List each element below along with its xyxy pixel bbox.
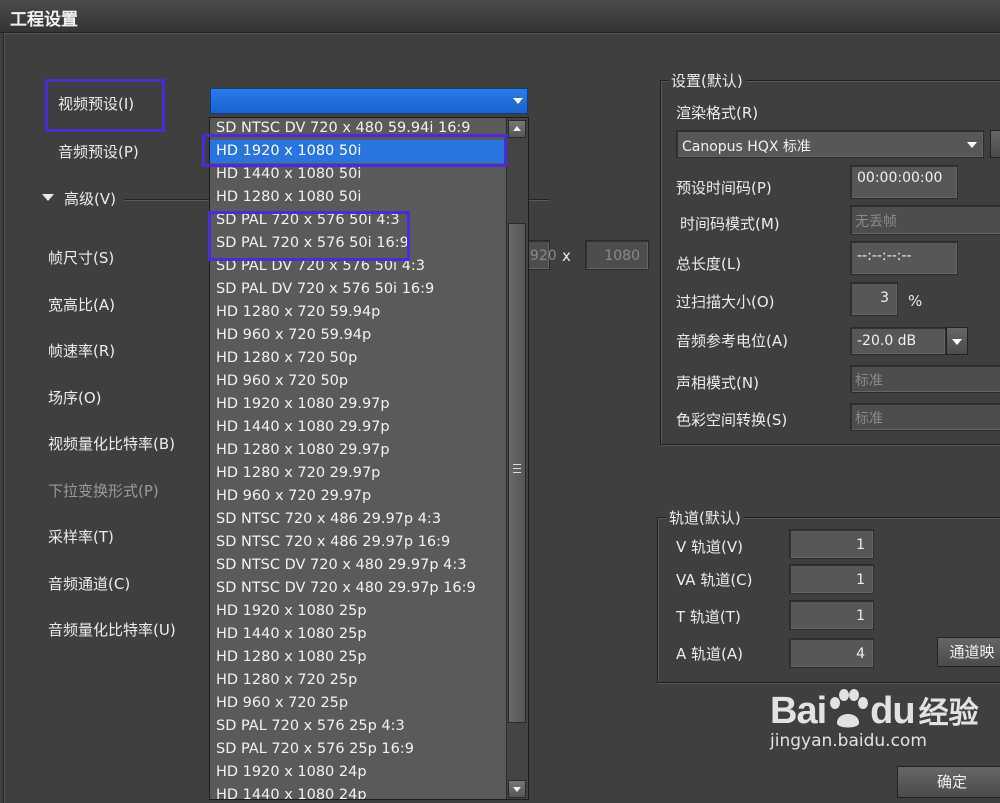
- preset-option[interactable]: SD NTSC DV 720 x 480 29.97p 16:9: [210, 577, 506, 600]
- scroll-thumb[interactable]: [508, 223, 526, 723]
- preset-option[interactable]: SD PAL DV 720 x 576 50i 16:9: [210, 278, 506, 301]
- v-track-input[interactable]: 1: [789, 529, 874, 559]
- a-track-label: A 轨道(A): [676, 645, 743, 663]
- v-track-label: V 轨道(V): [676, 538, 743, 556]
- preset-option[interactable]: SD PAL 720 x 576 50i 4:3: [210, 209, 506, 232]
- preset-option[interactable]: HD 960 x 720 50p: [210, 370, 506, 393]
- total-length-input[interactable]: --:--:--:--: [850, 241, 958, 275]
- advanced-separator-line: [124, 199, 210, 200]
- t-track-label: T 轨道(T): [676, 608, 741, 626]
- ok-button[interactable]: 确定: [897, 766, 1000, 798]
- scroll-down-button[interactable]: [508, 780, 526, 798]
- preset-option[interactable]: SD NTSC DV 720 x 480 29.97p 4:3: [210, 554, 506, 577]
- preset-option[interactable]: HD 1920 x 1080 25p: [210, 600, 506, 623]
- title-bar: [0, 0, 1000, 33]
- preset-option[interactable]: HD 1920 x 1080 29.97p: [210, 393, 506, 416]
- render-format-label: 渲染格式(R): [676, 104, 759, 122]
- advanced-section-toggle[interactable]: 高级(V): [64, 188, 116, 209]
- preset-option[interactable]: HD 1440 x 1080 24p: [210, 784, 506, 799]
- field-order-label: 场序(O): [48, 389, 102, 407]
- timecode-mode-label: 时间码模式(M): [680, 215, 780, 233]
- preset-timecode-input[interactable]: 00:00:00:00: [850, 165, 958, 199]
- audio-channels-label: 音频通道(C): [48, 575, 131, 593]
- arrow-down-icon: [513, 787, 521, 792]
- pulldown-label: 下拉变换形式(P): [48, 482, 159, 500]
- advanced-separator-line-right: [529, 199, 549, 200]
- render-format-settings-button[interactable]: [990, 130, 1000, 158]
- preset-option[interactable]: HD 1440 x 1080 25p: [210, 623, 506, 646]
- preset-option[interactable]: HD 960 x 720 25p: [210, 692, 506, 715]
- preset-option[interactable]: HD 1280 x 720 25p: [210, 669, 506, 692]
- watermark-brand-left: Bai: [770, 690, 827, 732]
- timecode-mode-select[interactable]: 无丢帧: [850, 205, 1000, 235]
- preset-option[interactable]: SD NTSC DV 720 x 480 59.94i 16:9: [210, 118, 506, 140]
- settings-group-title: 设置(默认): [668, 70, 746, 91]
- scroll-up-button[interactable]: [508, 120, 526, 138]
- preset-option[interactable]: HD 960 x 720 29.97p: [210, 485, 506, 508]
- chevron-down-icon: [952, 339, 962, 345]
- window-title: 工程设置: [10, 10, 78, 30]
- chevron-down-icon: [513, 98, 523, 104]
- preset-option[interactable]: HD 1280 x 1080 25p: [210, 646, 506, 669]
- preset-option[interactable]: SD NTSC 720 x 486 29.97p 16:9: [210, 531, 506, 554]
- video-preset-combo[interactable]: [210, 88, 528, 114]
- sample-rate-label: 采样率(T): [48, 528, 114, 546]
- watermark-brand-right: du: [870, 690, 915, 732]
- preset-option[interactable]: SD NTSC 720 x 486 29.97p 4:3: [210, 508, 506, 531]
- audio-bitdepth-label: 音频量化比特率(U): [48, 621, 176, 639]
- va-track-label: VA 轨道(C): [676, 571, 753, 589]
- preset-option[interactable]: SD PAL 720 x 576 50i 16:9: [210, 232, 506, 255]
- preset-option[interactable]: HD 1280 x 1080 29.97p: [210, 439, 506, 462]
- preset-option[interactable]: SD PAL DV 720 x 576 50i 4:3: [210, 255, 506, 278]
- preset-option[interactable]: HD 1280 x 720 29.97p: [210, 462, 506, 485]
- a-track-input[interactable]: 4: [789, 638, 874, 668]
- video-preset-label: 视频预设(I): [58, 95, 135, 113]
- channel-map-button[interactable]: 通道映: [937, 637, 1000, 667]
- preset-option[interactable]: HD 960 x 720 59.94p: [210, 324, 506, 347]
- render-format-value: Canopus HQX 标准: [682, 139, 811, 155]
- dropdown-scrollbar[interactable]: [506, 118, 528, 799]
- t-track-input[interactable]: 1: [789, 600, 874, 630]
- aspect-ratio-label: 宽高比(A): [48, 296, 115, 314]
- video-preset-dropdown-list[interactable]: SD NTSC DV 720 x 480 59.94i 16:9 HD 1920 …: [209, 117, 529, 800]
- pan-mode-label: 声相模式(N): [676, 374, 759, 392]
- overscan-unit: %: [908, 292, 923, 310]
- preset-option[interactable]: HD 1920 x 1080 50i: [210, 140, 506, 163]
- watermark-brand-cn: 经验: [918, 696, 979, 731]
- audio-reference-label: 音频参考电位(A): [676, 332, 788, 350]
- frame-size-label: 帧尺寸(S): [48, 249, 115, 267]
- watermark-url: jingyan.baidu.com: [770, 731, 927, 751]
- paw-icon: [826, 689, 870, 729]
- render-format-select[interactable]: Canopus HQX 标准: [676, 130, 984, 158]
- preset-option[interactable]: HD 1440 x 1080 29.97p: [210, 416, 506, 439]
- video-bitdepth-label: 视频量化比特率(B): [48, 435, 175, 453]
- preset-timecode-label: 预设时间码(P): [676, 179, 772, 197]
- overscan-label: 过扫描大小(O): [676, 293, 775, 311]
- chevron-down-icon: [967, 142, 977, 148]
- color-space-select[interactable]: 标准: [850, 403, 1000, 431]
- preset-option[interactable]: HD 1280 x 720 50p: [210, 347, 506, 370]
- preset-option[interactable]: SD PAL 720 x 576 25p 16:9: [210, 738, 506, 761]
- total-length-label: 总长度(L): [676, 255, 742, 273]
- audio-reference-dropdown-button[interactable]: [946, 327, 968, 355]
- tracks-group-title: 轨道(默认): [666, 507, 744, 528]
- arrow-up-icon: [513, 126, 521, 131]
- baidu-jingyan-watermark: Bai du 经验 jingyan.baidu.com: [770, 688, 979, 751]
- preset-option[interactable]: HD 1280 x 1080 50i: [210, 186, 506, 209]
- preset-option[interactable]: HD 1280 x 720 59.94p: [210, 301, 506, 324]
- pan-mode-select[interactable]: 标准: [850, 365, 1000, 393]
- preset-option[interactable]: SD PAL 720 x 576 25p 4:3: [210, 715, 506, 738]
- overscan-input[interactable]: 3: [850, 282, 898, 316]
- va-track-input[interactable]: 1: [789, 564, 874, 594]
- grip-icon: [513, 464, 521, 473]
- audio-preset-label: 音频预设(P): [58, 143, 139, 161]
- preset-option[interactable]: HD 1920 x 1080 24p: [210, 761, 506, 784]
- color-space-label: 色彩空间转换(S): [676, 411, 788, 429]
- frame-height-input[interactable]: 1080: [585, 240, 649, 270]
- preset-option[interactable]: HD 1440 x 1080 50i: [210, 163, 506, 186]
- frame-size-separator: x: [562, 247, 571, 265]
- frame-rate-label: 帧速率(R): [48, 342, 116, 360]
- collapse-triangle-icon[interactable]: [42, 194, 54, 201]
- audio-reference-input[interactable]: -20.0 dB: [850, 327, 946, 355]
